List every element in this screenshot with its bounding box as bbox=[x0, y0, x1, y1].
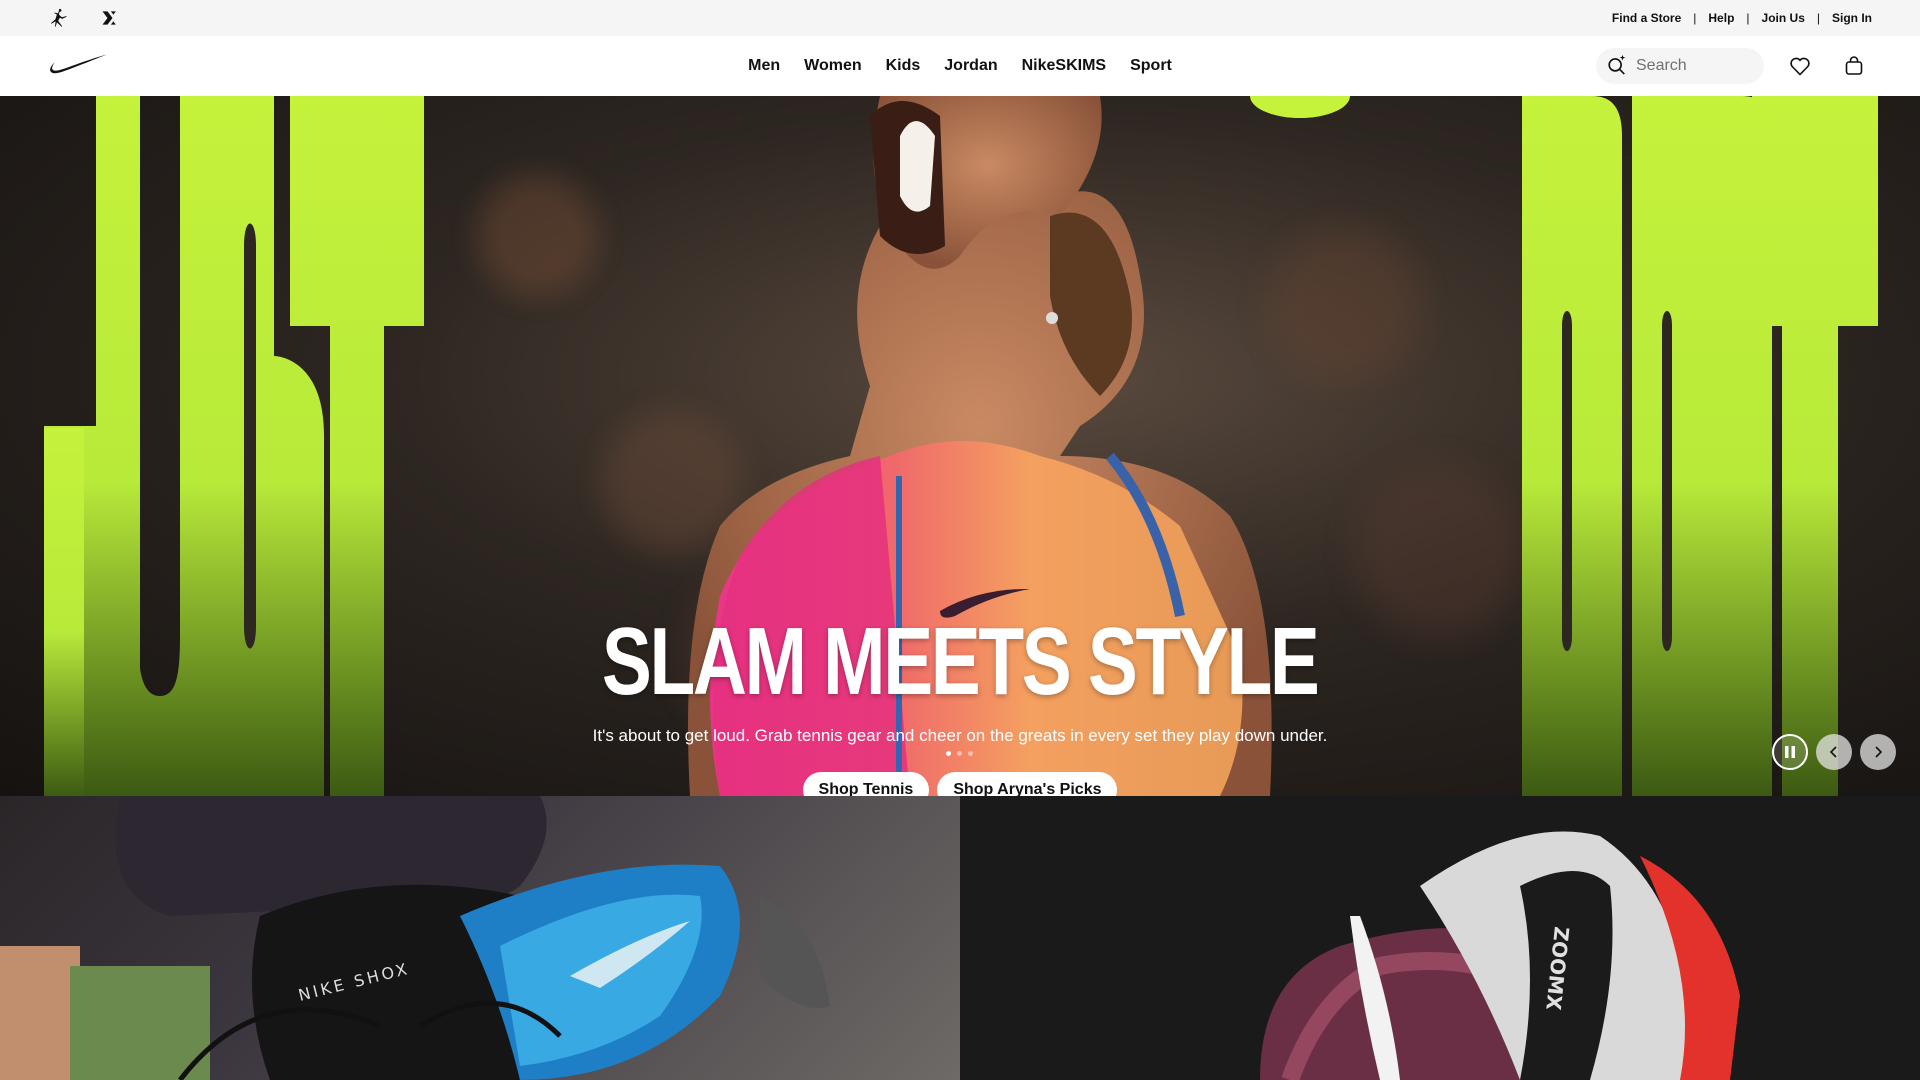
nav-kids[interactable]: Kids bbox=[874, 57, 933, 75]
utility-bar: Find a Store | Help | Join Us | Sign In bbox=[0, 0, 1920, 36]
zoomx-shoe-image: ZOOMX bbox=[1260, 831, 1740, 1080]
search-icon bbox=[1606, 53, 1628, 80]
carousel-controls bbox=[1772, 734, 1896, 770]
carousel-dot-2[interactable] bbox=[957, 751, 962, 756]
main-nav: Men Women Kids Jordan NikeSKIMS Sport bbox=[0, 36, 1920, 96]
shop-tennis-button[interactable]: Shop Tennis bbox=[802, 772, 930, 796]
carousel-dot-1[interactable] bbox=[946, 751, 951, 756]
nav-jordan[interactable]: Jordan bbox=[932, 57, 1009, 75]
shox-shoe-image: NIKE SHOX bbox=[0, 796, 830, 1080]
pause-button[interactable] bbox=[1772, 734, 1808, 770]
nav-actions bbox=[1596, 48, 1872, 84]
help-link[interactable]: Help bbox=[1708, 11, 1734, 25]
favorites-icon[interactable] bbox=[1782, 48, 1818, 84]
shop-arynas-picks-button[interactable]: Shop Aryna's Picks bbox=[937, 772, 1118, 796]
chevron-left-icon bbox=[1829, 746, 1837, 758]
find-store-link[interactable]: Find a Store bbox=[1612, 11, 1681, 25]
hero-title: SLAM MEETS STYLE bbox=[602, 608, 1320, 715]
sign-in-link[interactable]: Sign In bbox=[1832, 11, 1872, 25]
join-us-link[interactable]: Join Us bbox=[1762, 11, 1805, 25]
promo-tiles: NIKE SHOX ZOOMX bbox=[0, 796, 1920, 1080]
converse-icon[interactable] bbox=[100, 8, 120, 28]
chevron-right-icon bbox=[1875, 746, 1883, 758]
hero-cta-group: Shop Tennis Shop Aryna's Picks bbox=[0, 772, 1920, 796]
nav-women[interactable]: Women bbox=[792, 57, 873, 75]
search-input[interactable] bbox=[1636, 57, 1746, 75]
nav-sport[interactable]: Sport bbox=[1118, 57, 1184, 75]
hero-content: SLAM MEETS STYLE It's about to get loud.… bbox=[0, 614, 1920, 796]
promo-tile-shox[interactable]: NIKE SHOX bbox=[0, 796, 960, 1080]
jordan-icon[interactable] bbox=[48, 7, 70, 29]
next-slide-button[interactable] bbox=[1860, 734, 1896, 770]
hero-subtitle: It's about to get loud. Grab tennis gear… bbox=[592, 726, 1328, 745]
brand-switcher bbox=[48, 7, 120, 29]
promo-tile-zoomx[interactable]: ZOOMX bbox=[960, 796, 1920, 1080]
nike-logo[interactable] bbox=[48, 53, 108, 80]
nav-nikeskims[interactable]: NikeSKIMS bbox=[1010, 57, 1118, 75]
hero-banner[interactable]: SLAM MEETS STYLE It's about to get loud.… bbox=[0, 96, 1920, 796]
carousel-dots bbox=[946, 751, 973, 756]
nav-men[interactable]: Men bbox=[736, 57, 792, 75]
carousel-dot-3[interactable] bbox=[968, 751, 973, 756]
search-box[interactable] bbox=[1596, 48, 1764, 84]
previous-slide-button[interactable] bbox=[1816, 734, 1852, 770]
primary-nav: Men Women Kids Jordan NikeSKIMS Sport bbox=[736, 57, 1184, 75]
bag-icon[interactable] bbox=[1836, 48, 1872, 84]
pause-icon bbox=[1785, 746, 1795, 758]
utility-links: Find a Store | Help | Join Us | Sign In bbox=[1611, 11, 1872, 25]
